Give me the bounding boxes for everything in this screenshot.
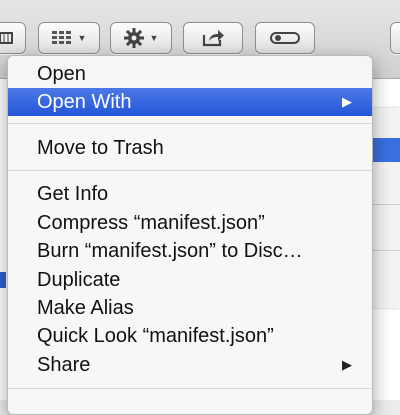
submenu-divider bbox=[372, 250, 400, 251]
chevron-down-icon: ▼ bbox=[149, 33, 159, 43]
menu-item-share[interactable]: Share ▶ bbox=[8, 351, 372, 379]
menu-item-quick-look[interactable]: Quick Look “manifest.json” bbox=[8, 322, 372, 350]
action-button[interactable]: ▼ bbox=[110, 22, 172, 54]
menu-separator bbox=[8, 123, 372, 124]
share-icon bbox=[202, 30, 224, 47]
submenu-arrow-icon: ▶ bbox=[342, 94, 352, 109]
menu-item-duplicate[interactable]: Duplicate bbox=[8, 266, 372, 294]
menu-item-burn[interactable]: Burn “manifest.json” to Disc… bbox=[8, 237, 372, 265]
sidebar-selection bbox=[0, 272, 6, 288]
menu-separator bbox=[8, 388, 372, 389]
chevron-down-icon: ▼ bbox=[77, 33, 87, 43]
menu-item-make-alias[interactable]: Make Alias bbox=[8, 294, 372, 322]
arrange-view-button[interactable]: ▼ bbox=[38, 22, 100, 54]
toolbar-edge-button[interactable] bbox=[390, 22, 400, 54]
menu-item-compress[interactable]: Compress “manifest.json” bbox=[8, 209, 372, 237]
menu-item-open[interactable]: Open bbox=[8, 60, 372, 88]
menu-item-open-with[interactable]: Open With ▶ bbox=[8, 88, 372, 116]
menu-item-get-info[interactable]: Get Info bbox=[8, 180, 372, 208]
submenu-edge bbox=[372, 108, 400, 308]
edit-tags-button[interactable] bbox=[255, 22, 315, 54]
gear-icon bbox=[123, 28, 144, 48]
menu-separator bbox=[8, 170, 372, 171]
submenu-highlight[interactable] bbox=[372, 138, 400, 162]
submenu-divider bbox=[372, 204, 400, 205]
menu-item-move-to-trash[interactable]: Move to Trash bbox=[8, 134, 372, 162]
list-view-icon bbox=[0, 32, 13, 44]
toolbar-partial-button[interactable] bbox=[0, 22, 26, 54]
submenu-arrow-icon: ▶ bbox=[342, 357, 352, 372]
share-button[interactable] bbox=[183, 22, 243, 54]
grid-view-icon bbox=[51, 31, 71, 44]
toggle-icon bbox=[270, 32, 300, 44]
context-menu: Open Open With ▶ Move to Trash Get Info … bbox=[7, 55, 373, 415]
